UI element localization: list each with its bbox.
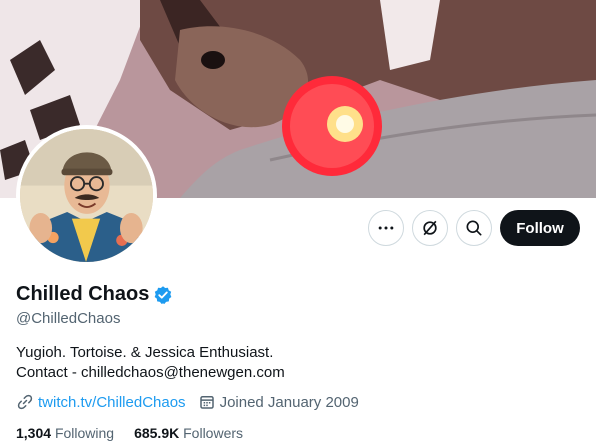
website-link[interactable]: twitch.tv/ChilledChaos — [38, 394, 186, 411]
display-name-row: Chilled Chaos — [16, 283, 173, 306]
more-horizontal-icon — [378, 226, 394, 230]
more-button[interactable] — [368, 210, 404, 246]
follow-button[interactable]: Follow — [500, 210, 580, 246]
follow-counts: 1,304 Following 685.9K Followers — [16, 425, 243, 441]
profile-avatar[interactable] — [16, 125, 157, 266]
followers-label: Followers — [183, 425, 244, 441]
search-icon — [466, 220, 482, 236]
verified-badge-icon[interactable] — [153, 285, 173, 305]
profile-actions: Follow — [368, 210, 580, 246]
bio-line: Yugioh. Tortoise. & Jessica Enthusiast. — [16, 344, 274, 361]
bio: Yugioh. Tortoise. & Jessica Enthusiast. … — [16, 343, 285, 383]
grok-button[interactable] — [412, 210, 448, 246]
followers-link[interactable]: 685.9K Followers — [134, 425, 243, 441]
following-count: 1,304 — [16, 425, 52, 441]
followers-count: 685.9K — [134, 425, 180, 441]
following-link[interactable]: 1,304 Following — [16, 425, 114, 441]
joined-date: Joined January 2009 — [219, 393, 359, 411]
search-button[interactable] — [456, 210, 492, 246]
display-name: Chilled Chaos — [16, 283, 150, 305]
handle: @ChilledChaos — [16, 310, 121, 327]
profile-meta: twitch.tv/ChilledChaos Joined January 20… — [16, 393, 359, 411]
bio-line: Contact - chilledchaos@thenewgen.com — [16, 364, 285, 381]
calendar-icon — [199, 396, 214, 409]
grok-icon — [423, 220, 437, 236]
following-label: Following — [54, 425, 115, 441]
joined-item: Joined January 2009 — [198, 393, 359, 411]
avatar-image — [20, 129, 153, 262]
link-icon — [17, 394, 33, 410]
website-item: twitch.tv/ChilledChaos — [16, 393, 186, 411]
